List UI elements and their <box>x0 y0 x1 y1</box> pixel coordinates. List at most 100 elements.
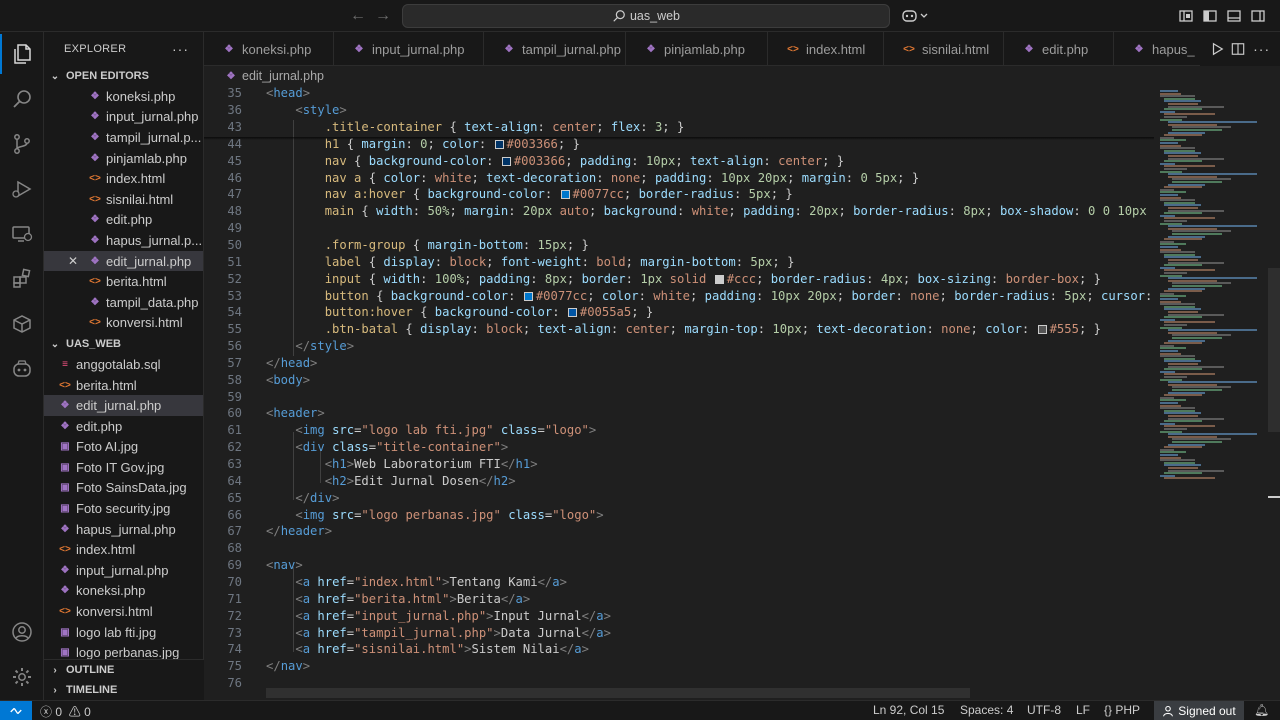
minimap[interactable] <box>1154 86 1268 700</box>
back-arrow-icon[interactable]: ← <box>348 6 368 26</box>
file-tree-item[interactable]: ▣ Foto security.jpg <box>44 498 203 519</box>
open-editor-item[interactable]: <> konversi.html <box>44 313 203 334</box>
tab-sisnilai-html[interactable]: <> sisnilai.html <box>884 32 1004 65</box>
open-editor-item[interactable]: ❖ koneksi.php <box>44 86 203 107</box>
file-tree-item[interactable]: ≡ anggotalab.sql <box>44 354 203 375</box>
tab-label: pinjamlab.php <box>664 41 745 57</box>
more-actions-icon[interactable]: ··· <box>172 41 189 57</box>
layout-customize-icon[interactable] <box>1178 8 1194 24</box>
tab-tampil-jurnal-php[interactable]: ❖ tampil_jurnal.php <box>484 32 626 65</box>
tab-input-jurnal-php[interactable]: ❖ input_jurnal.php <box>334 32 484 65</box>
open-editor-label: konversi.html <box>106 315 183 331</box>
open-editors-section[interactable]: ⌄ OPEN EDITORS <box>44 66 203 86</box>
open-editor-item[interactable]: <> index.html <box>44 168 203 189</box>
encoding[interactable]: UTF-8 <box>1027 703 1061 717</box>
code-text: <body> <box>266 372 311 387</box>
open-editor-item[interactable]: <> berita.html <box>44 271 203 292</box>
run-debug-icon[interactable] <box>0 169 44 209</box>
php-file-icon: ❖ <box>504 43 514 55</box>
file-tree-item[interactable]: ❖ hapus_jurnal.php <box>44 519 203 540</box>
explorer-icon[interactable] <box>0 34 44 74</box>
open-editor-item[interactable]: ❖ input_jurnal.php <box>44 107 203 128</box>
forward-arrow-icon[interactable]: → <box>373 6 393 26</box>
problems-indicator[interactable]: ⓧ 0 ⚠ 0 <box>40 703 91 720</box>
copilot-chat-icon[interactable] <box>0 349 44 389</box>
copilot-icon[interactable] <box>902 8 930 24</box>
code-text: </style> <box>295 339 355 354</box>
open-editor-item[interactable]: <> sisnilai.html <box>44 189 203 210</box>
timeline-section[interactable]: › TIMELINE <box>44 680 204 700</box>
toggle-secondary-sidebar-icon[interactable] <box>1250 8 1266 24</box>
split-editor-icon[interactable] <box>1231 42 1245 56</box>
tab-index-html[interactable]: <> index.html <box>768 32 884 65</box>
close-icon[interactable]: ✕ <box>68 254 78 268</box>
file-tree-item[interactable]: ▣ Foto SainsData.jpg <box>44 478 203 499</box>
outline-label: OUTLINE <box>66 664 115 676</box>
file-tree-item[interactable]: ❖ input_jurnal.php <box>44 560 203 581</box>
sidebar-footer: › OUTLINE › TIMELINE <box>44 659 204 700</box>
code-text: .form-group { margin-bottom: 15px; } <box>324 237 589 252</box>
remote-indicator-icon[interactable] <box>0 701 32 720</box>
horizontal-scrollbar[interactable] <box>266 688 970 698</box>
sticky-code-line[interactable]: 35 <head> <box>204 86 1154 103</box>
tab-pinjamlab-php[interactable]: ❖ pinjamlab.php <box>626 32 768 65</box>
run-icon[interactable] <box>1210 42 1224 56</box>
explorer-sidebar: EXPLORER ··· ⌄ OPEN EDITORS ❖ koneksi.php… <box>44 32 204 700</box>
remote-explorer-icon[interactable] <box>0 214 44 254</box>
line-ending[interactable]: LF <box>1076 703 1090 717</box>
line-number: 71 <box>227 591 242 606</box>
file-tree-item[interactable]: <> berita.html <box>44 375 203 396</box>
php-file-icon: ❖ <box>90 131 100 143</box>
code-text: <a href="tampil_jurnal.php">Data Jurnal<… <box>295 625 611 640</box>
notifications-bell-icon[interactable]: 🔔︎ <box>1254 703 1269 717</box>
extensions-icon[interactable] <box>0 259 44 299</box>
toggle-primary-sidebar-icon[interactable] <box>1202 8 1218 24</box>
account-icon[interactable] <box>0 612 44 652</box>
open-editor-item[interactable]: ❖ edit.php <box>44 210 203 231</box>
tab-label: hapus_ <box>1152 41 1195 57</box>
open-editor-label: tampil_jurnal.p... <box>106 129 202 145</box>
file-tree-item[interactable]: <> index.html <box>44 539 203 560</box>
title-bar: ← → uas_web <box>0 0 1280 32</box>
open-editor-item[interactable]: ❖ tampil_data.php <box>44 292 203 313</box>
file-tree-item[interactable]: ▣ Foto IT Gov.jpg <box>44 457 203 478</box>
settings-gear-icon[interactable] <box>0 657 44 697</box>
signed-out-button[interactable]: Signed out <box>1154 701 1244 720</box>
file-tree-item[interactable]: <> konversi.html <box>44 601 203 622</box>
open-editor-item[interactable]: ✕ ❖ edit_jurnal.php <box>44 250 203 272</box>
code-text: <img src="logo lab fti.jpg" class="logo"… <box>295 423 597 438</box>
source-control-icon[interactable] <box>0 124 44 164</box>
open-editor-label: berita.html <box>106 274 167 290</box>
line-number: 72 <box>227 608 242 623</box>
file-tree-item[interactable]: ▣ Foto AI.jpg <box>44 437 203 458</box>
search-icon[interactable] <box>0 79 44 119</box>
language-mode[interactable]: {} PHP <box>1104 703 1140 717</box>
toggle-panel-icon[interactable] <box>1226 8 1242 24</box>
open-editor-item[interactable]: ❖ hapus_jurnal.p... <box>44 230 203 251</box>
file-tree-item[interactable]: ❖ edit_jurnal.php <box>44 395 203 416</box>
indentation[interactable]: Spaces: 4 <box>960 703 1013 717</box>
open-editor-item[interactable]: ❖ tampil_jurnal.p... <box>44 127 203 148</box>
breadcrumb[interactable]: ❖ edit_jurnal.php <box>204 66 1154 86</box>
php-file-icon: ❖ <box>60 585 70 597</box>
tab-edit-php[interactable]: ❖ edit.php <box>1004 32 1114 65</box>
timeline-label: TIMELINE <box>66 684 118 696</box>
outline-section[interactable]: › OUTLINE <box>44 660 204 680</box>
docker-icon[interactable] <box>0 304 44 344</box>
code-editor[interactable]: 35 <head> 36 <style> 43 .title-container { … <box>204 86 1154 700</box>
file-tree-item[interactable]: ❖ edit.php <box>44 416 203 437</box>
php-file-icon: ❖ <box>646 43 656 55</box>
tab-koneksi-php[interactable]: ❖ koneksi.php <box>204 32 334 65</box>
sticky-code-line[interactable]: 36 <style> <box>204 102 1154 120</box>
minimap-line <box>1164 477 1215 480</box>
more-actions-icon[interactable]: ··· <box>1253 41 1270 57</box>
tab-hapus-[interactable]: ❖ hapus_ <box>1114 32 1214 65</box>
vertical-scrollbar[interactable] <box>1268 268 1280 432</box>
file-tree-item[interactable]: ❖ koneksi.php <box>44 581 203 602</box>
line-number: 65 <box>227 490 242 505</box>
command-center-search[interactable]: uas_web <box>402 4 890 28</box>
cursor-position[interactable]: Ln 92, Col 15 <box>873 703 944 717</box>
workspace-section[interactable]: ⌄ UAS_WEB <box>44 334 203 354</box>
open-editor-item[interactable]: ❖ pinjamlab.php <box>44 148 203 169</box>
file-tree-item[interactable]: ▣ logo lab fti.jpg <box>44 622 203 643</box>
